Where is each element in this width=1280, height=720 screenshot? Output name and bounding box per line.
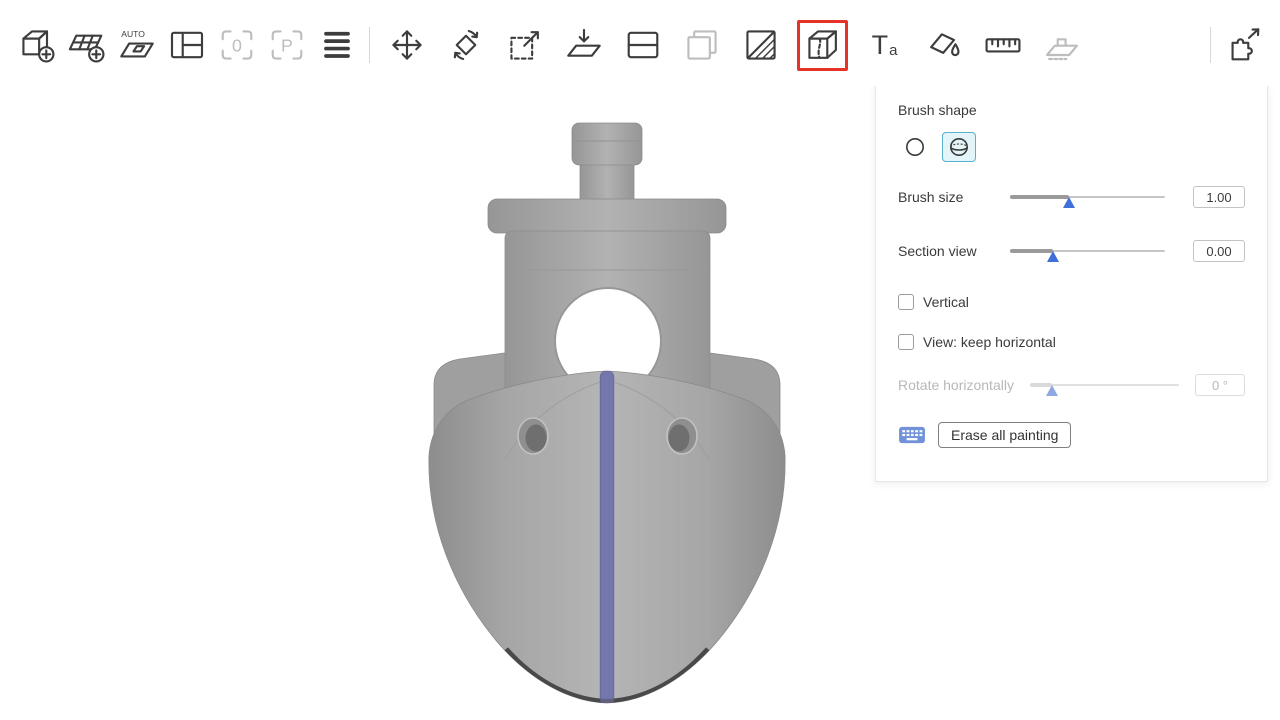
- brush-size-label: Brush size: [898, 189, 1010, 205]
- support-painting-button[interactable]: [1039, 23, 1084, 68]
- shortcuts-button[interactable]: [898, 425, 926, 445]
- section-view-label: Section view: [898, 243, 1010, 259]
- plate-p-label: P: [281, 35, 293, 55]
- toolbar-tools-group: T a: [384, 20, 1084, 71]
- measure-button[interactable]: [980, 23, 1025, 68]
- move-button[interactable]: [384, 23, 429, 68]
- layers-button[interactable]: [314, 23, 359, 68]
- slider-handle[interactable]: [1063, 197, 1075, 208]
- place-on-face-icon: [564, 25, 604, 65]
- vertical-checkbox-label: Vertical: [923, 294, 969, 310]
- brush-size-value[interactable]: 1.00: [1193, 186, 1245, 208]
- circle-brush-icon: [903, 135, 927, 159]
- assembly-view-icon: [1224, 25, 1264, 65]
- circle-brush-button[interactable]: [898, 132, 932, 162]
- assembly-view-button[interactable]: [1221, 23, 1266, 68]
- brush-shape-label: Brush shape: [898, 102, 1245, 118]
- brush-size-row: Brush size 1.00: [898, 186, 1245, 208]
- plate-0-icon: 0: [217, 25, 257, 65]
- section-view-slider[interactable]: [1010, 242, 1165, 260]
- brush-size-slider[interactable]: [1010, 188, 1165, 206]
- seam-painting-panel: Brush shape Brush size 1.00 Section view: [875, 85, 1268, 482]
- keep-horizontal-checkbox-row: View: keep horizontal: [898, 334, 1245, 350]
- brush-shape-options: [898, 132, 1245, 162]
- text-tool-icon: T a: [872, 32, 898, 59]
- main-toolbar: AUTO 0: [0, 0, 1280, 86]
- seam-stripe[interactable]: [600, 371, 614, 706]
- plate-p-button[interactable]: P: [264, 23, 309, 68]
- section-view-value[interactable]: 0.00: [1193, 240, 1245, 262]
- split-icon: [623, 25, 663, 65]
- keep-horizontal-checkbox-label: View: keep horizontal: [923, 334, 1056, 350]
- auto-arrange-icon: AUTO: [117, 25, 157, 65]
- scale-icon: [505, 25, 545, 65]
- vertical-checkbox[interactable]: [898, 294, 914, 310]
- cabin-roof[interactable]: [488, 199, 726, 233]
- add-object-button[interactable]: [14, 23, 59, 68]
- rotate-icon: [446, 25, 486, 65]
- add-plate-button[interactable]: [64, 23, 109, 68]
- seam-painting-button[interactable]: [800, 23, 845, 68]
- rotate-horizontally-slider[interactable]: [1030, 376, 1179, 394]
- plate-0-button[interactable]: 0: [214, 23, 259, 68]
- text-tool-button[interactable]: T a: [862, 23, 907, 68]
- add-plate-icon: [67, 25, 107, 65]
- rotate-horizontally-row: Rotate horizontally 0 °: [898, 374, 1245, 396]
- variable-layer-height-icon: [741, 25, 781, 65]
- auto-label: AUTO: [121, 29, 145, 39]
- sphere-brush-icon: [947, 135, 971, 159]
- slider-fill: [1010, 195, 1069, 199]
- active-tool-highlight: [797, 20, 848, 71]
- sphere-brush-button[interactable]: [942, 132, 976, 162]
- variable-layer-height-button[interactable]: [738, 23, 783, 68]
- toolbar-separator: [1210, 27, 1211, 63]
- slider-handle[interactable]: [1046, 385, 1058, 396]
- clone-icon: [682, 25, 722, 65]
- toolbar-separator: [369, 27, 370, 63]
- seam-painting-icon: [803, 25, 843, 65]
- scale-button[interactable]: [502, 23, 547, 68]
- chimney-cap[interactable]: [572, 123, 642, 165]
- color-painting-icon: [924, 25, 964, 65]
- toolbar-plate-group: AUTO 0: [14, 23, 359, 68]
- place-on-face-button[interactable]: [561, 23, 606, 68]
- clone-button[interactable]: [679, 23, 724, 68]
- measure-icon: [983, 25, 1023, 65]
- arrange-layout-icon: [167, 25, 207, 65]
- toolbar-assembly-group: [1200, 23, 1266, 68]
- keyboard-icon: [898, 425, 926, 445]
- auto-arrange-button[interactable]: AUTO: [114, 23, 159, 68]
- layers-icon: [317, 25, 357, 65]
- rotate-button[interactable]: [443, 23, 488, 68]
- keep-horizontal-checkbox[interactable]: [898, 334, 914, 350]
- hawse-hole-left[interactable]: [518, 418, 548, 454]
- chimney-body[interactable]: [580, 160, 634, 204]
- section-view-row: Section view 0.00: [898, 240, 1245, 262]
- slider-handle[interactable]: [1047, 251, 1059, 262]
- erase-all-painting-button[interactable]: Erase all painting: [938, 422, 1071, 448]
- panel-actions: Erase all painting: [898, 422, 1245, 448]
- plate-p-icon: P: [267, 25, 307, 65]
- vertical-checkbox-row: Vertical: [898, 294, 1245, 310]
- split-button[interactable]: [620, 23, 665, 68]
- move-icon: [387, 25, 427, 65]
- arrange-layout-button[interactable]: [164, 23, 209, 68]
- support-painting-icon: [1042, 25, 1082, 65]
- rotate-horizontally-value: 0 °: [1195, 374, 1245, 396]
- hawse-hole-right[interactable]: [667, 418, 697, 454]
- color-painting-button[interactable]: [921, 23, 966, 68]
- rotate-horizontally-label: Rotate horizontally: [898, 377, 1030, 393]
- add-object-icon: [17, 25, 57, 65]
- plate-0-label: 0: [232, 35, 242, 55]
